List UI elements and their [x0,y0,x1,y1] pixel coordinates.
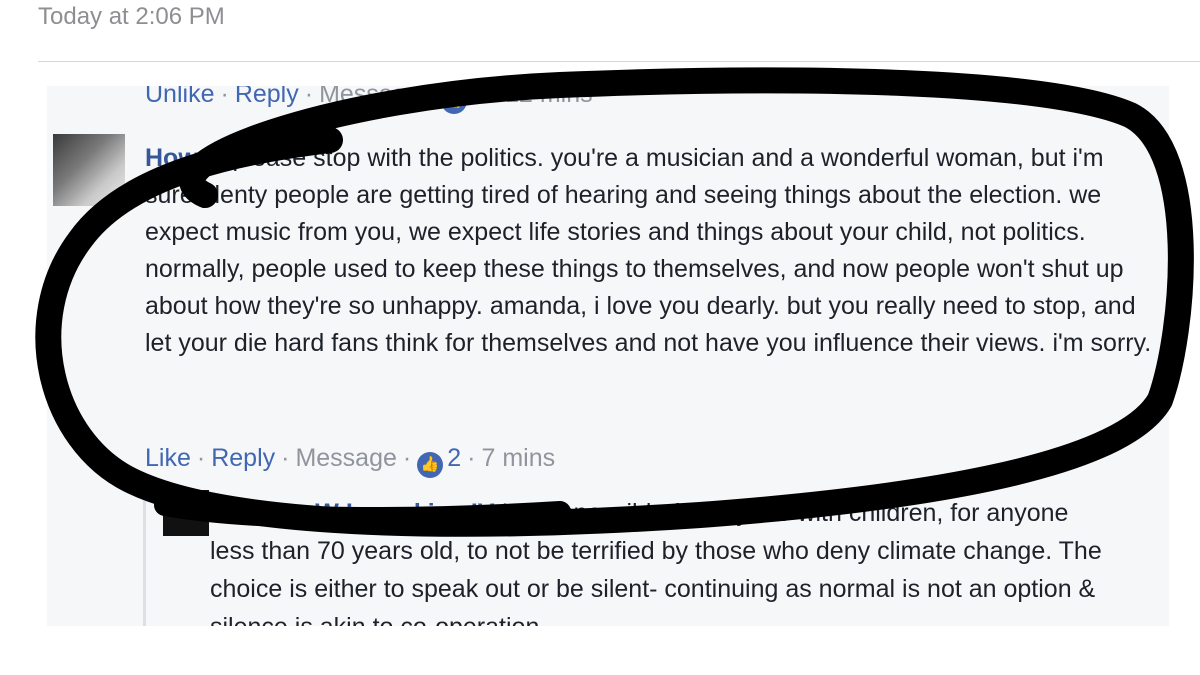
comment-paragraph-1: Howell please stop with the politics. yo… [145,140,1155,251]
like-count[interactable]: 2 [447,444,461,472]
reply-body: Winston W Lumpkins IV It is impossible f… [210,494,1110,626]
like-count[interactable]: 7 [471,86,485,108]
message-link[interactable]: Message [319,86,420,108]
reply-link[interactable]: Reply [235,86,299,108]
facebook-comment-screenshot: Unlike · Reply · Message · 👍 7 · 12 mins Howell p… [47,86,1169,626]
reply-thread-line [143,486,146,626]
reply-avatar[interactable] [163,490,209,536]
reply-link[interactable]: Reply [211,444,275,472]
comment-body: Howell please stop with the politics. yo… [145,140,1155,362]
unlike-link[interactable]: Unlike [145,86,214,108]
comment-time: 7 mins [481,444,556,472]
message-timestamp: Today at 2:06 PM [38,3,225,30]
comment-text-1: please stop with the politics. you're a … [145,144,1104,246]
thumbs-up-icon: 👍 [417,452,444,478]
avatar[interactable] [53,134,125,206]
comment-actions: Like · Reply · Message · 👍 2 · 7 mins [145,444,555,478]
comment-time: 12 mins [505,86,593,108]
like-link[interactable]: Like [145,444,191,472]
divider [38,61,1200,62]
comment-paragraph-2: normally, people used to keep these thin… [145,255,1152,357]
top-comment-actions: Unlike · Reply · Message · 👍 7 · 12 mins [145,86,593,114]
comment-author[interactable]: Howell [145,144,226,172]
thumbs-up-icon: 👍 [440,88,467,114]
message-link[interactable]: Message [295,444,396,472]
reply-author[interactable]: Winston W Lumpkins IV [210,499,495,527]
